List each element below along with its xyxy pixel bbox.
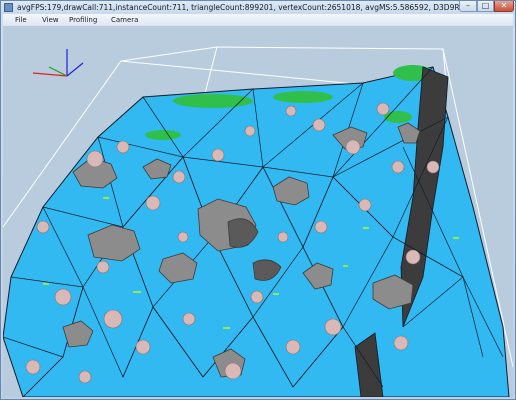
menu-profiling[interactable]: Profiling xyxy=(69,14,97,26)
menu-bar: File View Profiling Camera xyxy=(3,14,513,27)
menu-view[interactable]: View xyxy=(42,14,59,26)
scene-render xyxy=(3,46,513,397)
minimize-button[interactable]: – xyxy=(459,1,477,12)
title-bar[interactable]: avgFPS:179,drawCall:711,instanceCount:71… xyxy=(1,1,515,14)
3d-viewport[interactable] xyxy=(3,27,513,397)
menu-file[interactable]: File xyxy=(15,14,27,26)
app-icon xyxy=(4,3,13,12)
application-window: avgFPS:179,drawCall:711,instanceCount:71… xyxy=(0,0,516,400)
axis-gizmo xyxy=(32,49,84,77)
window-title: avgFPS:179,drawCall:711,instanceCount:71… xyxy=(17,3,461,12)
close-button[interactable]: ✕ xyxy=(494,1,514,12)
menu-camera[interactable]: Camera xyxy=(111,14,138,26)
maximize-button[interactable]: □ xyxy=(477,1,494,12)
